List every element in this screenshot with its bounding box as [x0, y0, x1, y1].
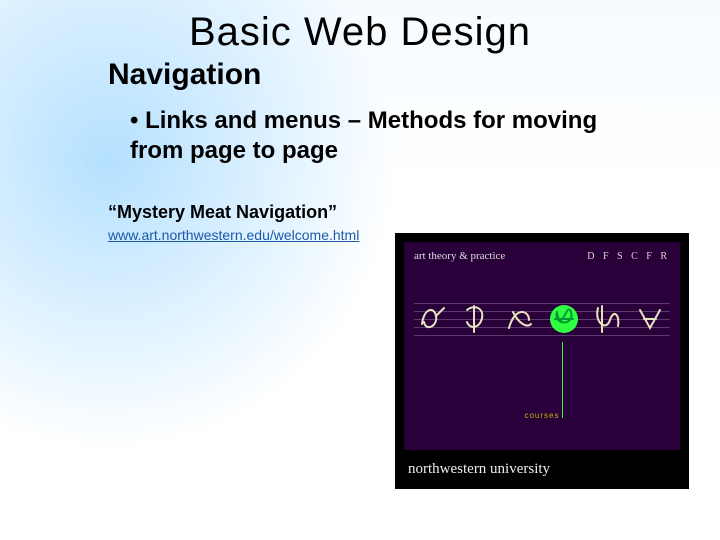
screenshot-body: art theory & practice D F S C F R — [404, 242, 680, 480]
nav-glyph-icon — [462, 302, 492, 336]
example-link[interactable]: www.art.northwestern.edu/welcome.html — [108, 227, 359, 243]
screenshot-topbar: art theory & practice D F S C F R — [414, 250, 670, 262]
screenshot-brand-left: art theory & practice — [414, 250, 505, 262]
nav-glyph-row — [418, 294, 666, 344]
slide: Basic Web Design Navigation Links and me… — [0, 0, 720, 540]
screenshot-footer-text: northwestern university — [408, 461, 550, 478]
slide-title: Basic Web Design — [0, 10, 720, 55]
bullet-item: Links and menus – Methods for moving fro… — [130, 106, 650, 166]
nav-glyph-icon-active — [549, 302, 579, 336]
section-heading: Navigation — [108, 58, 261, 92]
screenshot-footer: northwestern university — [396, 450, 688, 488]
screenshot-center-label: courses — [404, 411, 680, 420]
screenshot-brand-right: D F S C F R — [587, 251, 670, 262]
active-indicator-line — [562, 342, 563, 418]
nav-glyph-icon — [592, 302, 622, 336]
nav-glyph-icon — [636, 302, 666, 336]
nav-glyph-icon — [418, 302, 448, 336]
subheading: “Mystery Meat Navigation” — [108, 202, 337, 223]
example-screenshot: art theory & practice D F S C F R — [395, 233, 689, 489]
nav-glyph-icon — [505, 302, 535, 336]
